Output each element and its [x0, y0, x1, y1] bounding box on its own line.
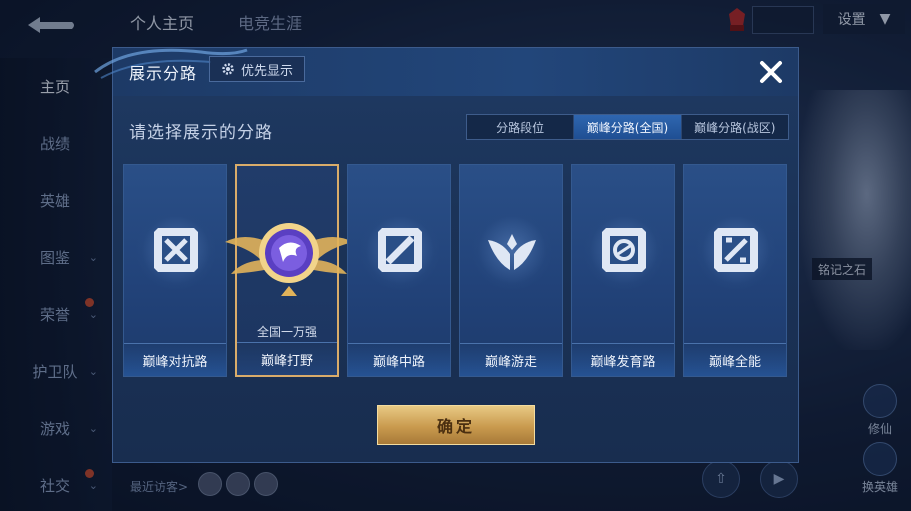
lane-card-jungle[interactable]: 全国一万强 巅峰打野: [225, 164, 353, 377]
close-button[interactable]: [753, 54, 789, 90]
lane-card-mid[interactable]: 巅峰中路: [347, 164, 451, 377]
priority-display-label: 优先显示: [240, 63, 293, 79]
tab-peak-lane-region[interactable]: 巅峰分路(战区): [682, 115, 788, 139]
lane-card-roam[interactable]: 巅峰游走: [459, 164, 563, 377]
tab-peak-lane-national[interactable]: 巅峰分路(全国): [574, 115, 682, 139]
dialog-header: 展示分路 优先显示: [94, 48, 798, 96]
lane-card-label: 巅峰发育路: [572, 343, 674, 376]
lane-card-all-round[interactable]: 巅峰全能: [683, 164, 787, 377]
lane-card-label: 巅峰游走: [460, 343, 562, 376]
lane-card-farm[interactable]: 巅峰发育路: [571, 164, 675, 377]
mid-lane-icon: [378, 228, 422, 272]
tab-lane-rank[interactable]: 分路段位: [467, 115, 575, 139]
dialog-subtitle: 请选择展示的分路: [129, 123, 273, 143]
clash-lane-icon: [154, 228, 198, 272]
lane-card-label: 巅峰全能: [684, 343, 786, 376]
lane-type-tabs: 分路段位 巅峰分路(全国) 巅峰分路(战区): [466, 114, 789, 140]
lane-card-clash[interactable]: 巅峰对抗路: [123, 164, 227, 377]
lane-card-label: 巅峰打野: [237, 342, 337, 375]
priority-display-button[interactable]: 优先显示: [209, 56, 305, 82]
all-round-icon: [714, 228, 758, 272]
display-lane-dialog: 展示分路 优先显示 请选择展示的分路 分路段位 巅峰分路(全国) 巅峰分路(战区…: [94, 47, 799, 463]
gear-icon: [222, 63, 234, 75]
dialog-title: 展示分路: [129, 64, 198, 83]
rank-text: 全国一万强: [256, 325, 317, 339]
farm-lane-icon: [602, 228, 646, 272]
confirm-button[interactable]: 确定: [377, 405, 535, 445]
roam-icon: [488, 234, 536, 270]
lane-card-label: 巅峰对抗路: [124, 343, 226, 376]
jungle-rank-badge-icon: [225, 223, 353, 296]
close-icon: [760, 61, 782, 83]
lane-card-label: 巅峰中路: [348, 343, 450, 376]
